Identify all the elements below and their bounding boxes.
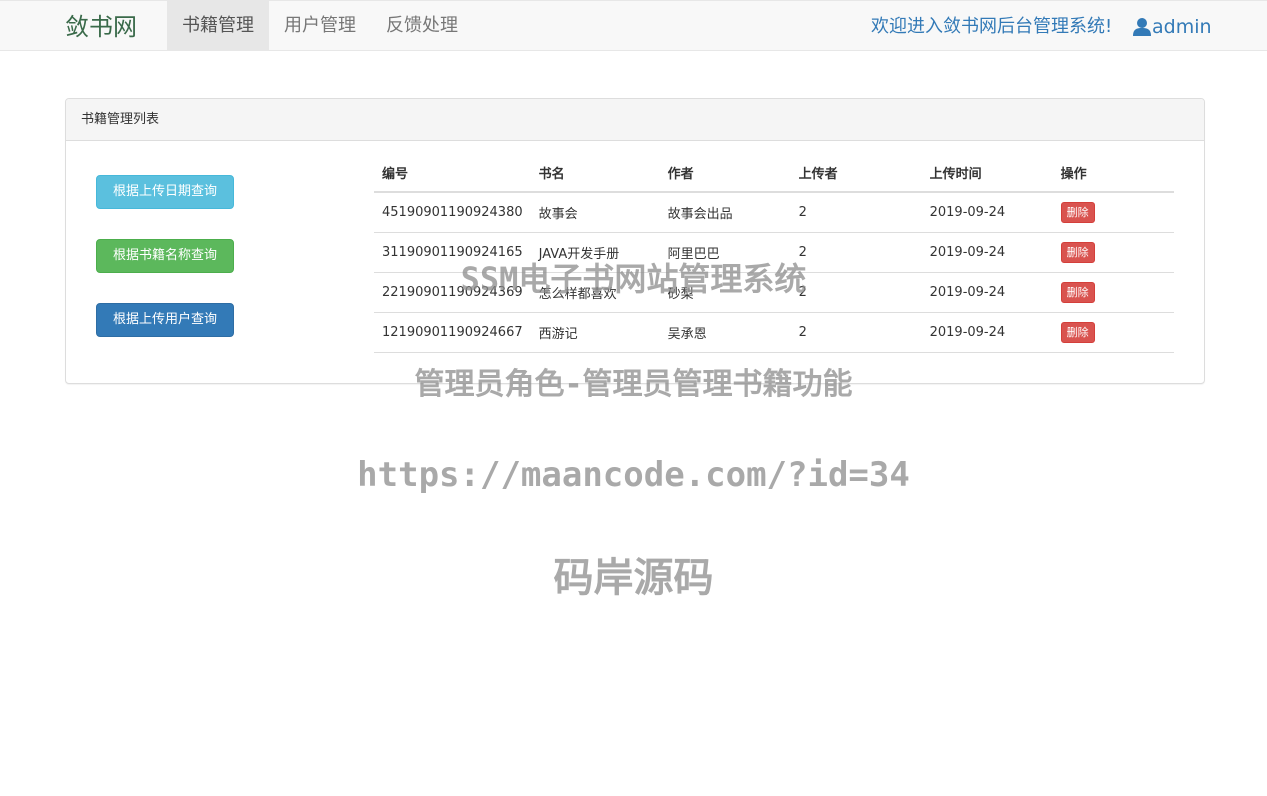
cell-action: 删除 [1052,232,1174,273]
nav-item-feedback[interactable]: 反馈处理 [371,1,473,51]
cell-time: 2019-09-24 [921,272,1053,313]
nav-item-user-management[interactable]: 用户管理 [269,1,371,51]
cell-action: 删除 [1052,272,1174,313]
user-menu[interactable]: admin [1133,14,1212,40]
cell-author: 砂梨 [659,272,791,313]
cell-id: 31190901190924165 [374,232,531,273]
header-id: 编号 [374,154,531,193]
header-name: 书名 [530,154,660,193]
cell-uploader: 2 [790,312,922,353]
delete-button[interactable]: 删除 [1060,322,1095,343]
cell-time: 2019-09-24 [921,232,1053,273]
table-row: 22190901190924369 怎么样都喜欢 砂梨 2 2019-09-24… [374,272,1174,313]
cell-uploader: 2 [790,192,922,233]
panel-title: 书籍管理列表 [66,99,1204,141]
username[interactable]: admin [1152,14,1212,40]
cell-author: 吴承恩 [659,312,791,353]
cell-author: 阿里巴巴 [659,232,791,273]
table-header-row: 编号 书名 作者 上传者 上传时间 操作 [374,154,1174,193]
cell-uploader: 2 [790,272,922,313]
query-by-date-button[interactable]: 根据上传日期查询 [96,175,234,209]
cell-name: 西游记 [530,312,660,353]
user-icon [1133,17,1151,37]
book-management-panel: 书籍管理列表 根据上传日期查询 根据书籍名称查询 根据上传用户查询 编号 书名 … [65,98,1205,384]
cell-id: 12190901190924667 [374,312,531,353]
brand-logo[interactable]: 敛书网 [65,13,137,41]
query-by-user-button[interactable]: 根据上传用户查询 [96,303,234,337]
cell-time: 2019-09-24 [921,312,1053,353]
watermark-url: https://maancode.com/?id=34 [357,455,910,495]
cell-time: 2019-09-24 [921,192,1053,233]
cell-author: 故事会出品 [659,192,791,233]
cell-action: 删除 [1052,312,1174,353]
cell-name: 故事会 [530,192,660,233]
header-action: 操作 [1052,154,1174,193]
cell-id: 22190901190924369 [374,272,531,313]
cell-id: 45190901190924380 [374,192,531,233]
table-row: 12190901190924667 西游记 吴承恩 2 2019-09-24 删… [374,312,1174,353]
header-uploader: 上传者 [790,154,922,193]
cell-name: JAVA开发手册 [530,232,660,273]
delete-button[interactable]: 删除 [1060,282,1095,303]
header-time: 上传时间 [921,154,1053,193]
cell-action: 删除 [1052,192,1174,233]
table-row: 31190901190924165 JAVA开发手册 阿里巴巴 2 2019-0… [374,232,1174,273]
top-navbar: 敛书网 书籍管理 用户管理 反馈处理 欢迎进入敛书网后台管理系统! admin [0,0,1267,51]
cell-uploader: 2 [790,232,922,273]
query-by-name-button[interactable]: 根据书籍名称查询 [96,239,234,273]
delete-button[interactable]: 删除 [1060,242,1095,263]
nav-item-book-management[interactable]: 书籍管理 [167,1,269,51]
delete-button[interactable]: 删除 [1060,202,1095,223]
cell-name: 怎么样都喜欢 [530,272,660,313]
welcome-text: 欢迎进入敛书网后台管理系统! [871,16,1113,37]
table-row: 45190901190924380 故事会 故事会出品 2 2019-09-24… [374,192,1174,233]
watermark-brand: 码岸源码 [553,555,714,601]
header-author: 作者 [659,154,791,193]
books-table: 编号 书名 作者 上传者 上传时间 操作 45190901190924380 故… [374,154,1174,353]
